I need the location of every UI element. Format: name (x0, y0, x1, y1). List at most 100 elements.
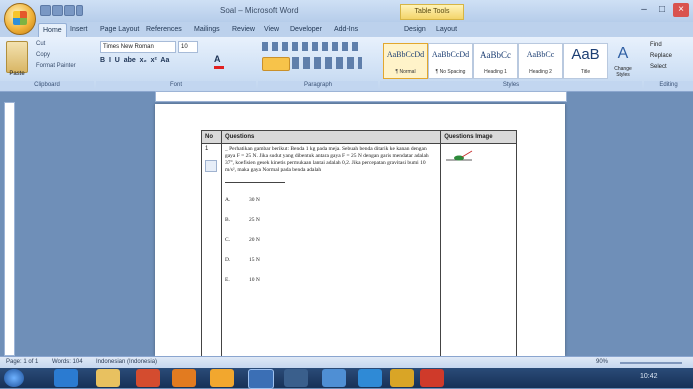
explorer-icon[interactable] (96, 369, 120, 387)
alignment-buttons[interactable] (292, 57, 362, 69)
title-bar: Soal – Microsoft Word Table Tools – □ × (0, 0, 693, 22)
question-image (446, 150, 473, 161)
office-button[interactable] (4, 3, 36, 35)
option-e: E. 10 N (225, 277, 437, 283)
zoom-level[interactable]: 90% (596, 359, 608, 365)
style-heading-1[interactable]: AaBbCc Heading 1 (473, 43, 518, 79)
word-icon[interactable] (248, 369, 274, 389)
style-name: Heading 2 (529, 69, 552, 75)
close-button[interactable]: × (673, 3, 689, 17)
group-label-paragraph: Paragraph (258, 81, 378, 90)
font-color-icon[interactable]: A (214, 54, 224, 66)
vertical-ruler[interactable] (4, 102, 15, 356)
page-count[interactable]: Page: 1 of 1 (6, 359, 38, 365)
option-text: 25 N (248, 217, 260, 223)
replace-button[interactable]: Replace (650, 53, 672, 59)
find-button[interactable]: Find (650, 42, 662, 48)
change-styles-icon[interactable]: A (614, 45, 632, 65)
customize-qat-icon[interactable] (76, 5, 83, 16)
header-questions: Questions (220, 130, 442, 144)
style-name: Heading 1 (484, 69, 507, 75)
language-indicator[interactable]: Indonesian (Indonesia) (96, 359, 157, 365)
paste-button-label[interactable]: Paste (4, 71, 30, 77)
ie-icon[interactable] (54, 369, 78, 387)
app-icon-2[interactable] (284, 369, 308, 387)
copy-button[interactable]: Copy (36, 52, 50, 58)
font-format-buttons[interactable]: B I U abe x₂ x² Aa (100, 57, 169, 64)
style-title[interactable]: AaB Title (563, 43, 608, 79)
media-icon[interactable] (136, 369, 160, 387)
save-icon[interactable] (40, 5, 51, 16)
style-normal[interactable]: AaBbCcDd ¶ Normal (383, 43, 428, 79)
tab-add-ins[interactable]: Add-Ins (330, 23, 362, 36)
cut-button[interactable]: Cut (36, 41, 45, 47)
tab-mailings[interactable]: Mailings (190, 23, 224, 36)
start-button[interactable] (4, 369, 24, 387)
font-size-select[interactable]: 10 (178, 41, 198, 53)
style-no-spacing[interactable]: AaBbCcDd ¶ No Spacing (428, 43, 473, 79)
option-letter: E. (224, 277, 230, 283)
zoom-slider[interactable] (620, 362, 682, 364)
option-text: 20 N (248, 237, 260, 243)
option-text: 10 N (248, 277, 260, 283)
context-tab-table-tools: Table Tools (400, 4, 464, 20)
tab-page-layout[interactable]: Page Layout (96, 23, 143, 36)
document-page[interactable]: No Questions Questions Image 1 _ Perhati… (155, 104, 565, 357)
list-buttons[interactable] (262, 42, 362, 51)
tab-design[interactable]: Design (400, 23, 430, 36)
cell-number: 1 (201, 143, 222, 357)
app-icon-4[interactable] (358, 369, 382, 387)
word-count[interactable]: Words: 104 (52, 359, 83, 365)
horizontal-ruler[interactable] (155, 91, 567, 102)
style-sample: AaB (571, 46, 600, 63)
clock[interactable]: 10:42 (640, 373, 658, 380)
cell-question[interactable]: _ Perhatikan gambar berikut: Benda 1 kg … (220, 143, 442, 357)
firefox-icon[interactable] (172, 369, 196, 387)
cell-image (440, 143, 517, 357)
align-left-icon[interactable] (262, 57, 290, 71)
style-sample: AaBbCcDd (386, 50, 425, 59)
tab-developer[interactable]: Developer (286, 23, 326, 36)
style-heading-2[interactable]: AaBbCc Heading 2 (518, 43, 563, 79)
tab-references[interactable]: References (142, 23, 186, 36)
option-letter: C. (224, 237, 231, 243)
table-header-row: No Questions Questions Image (201, 130, 517, 144)
group-label-clipboard: Clipboard (0, 81, 94, 90)
app-icon-5[interactable] (390, 369, 414, 387)
minimize-button[interactable]: – (636, 3, 652, 17)
change-styles-button[interactable]: Change Styles (608, 66, 638, 78)
tab-layout[interactable]: Layout (432, 23, 461, 36)
redo-icon[interactable] (64, 5, 75, 16)
select-button[interactable]: Select (650, 64, 667, 70)
office-logo-icon (13, 11, 27, 25)
tab-insert[interactable]: Insert (66, 23, 92, 36)
ribbon: Paste Cut Copy Format Painter Clipboard … (0, 37, 693, 92)
paste-icon[interactable] (6, 41, 28, 73)
option-c: C. 20 N (225, 237, 437, 243)
app-icon-6[interactable] (420, 369, 444, 387)
option-d: D. 15 N (225, 257, 437, 263)
tab-view[interactable]: View (260, 23, 283, 36)
undo-icon[interactable] (52, 5, 63, 16)
font-name-select[interactable]: Times New Roman (100, 41, 176, 53)
style-sample: AaBbCc (480, 50, 511, 60)
paste-options-icon[interactable] (205, 160, 217, 172)
format-painter-button[interactable]: Format Painter (36, 63, 76, 69)
tab-home[interactable]: Home (38, 23, 67, 37)
option-text: 15 N (248, 257, 260, 263)
font-color-swatch (214, 66, 224, 69)
option-b: B. 25 N (225, 217, 437, 223)
question-table: No Questions Questions Image 1 _ Perhati… (201, 130, 517, 357)
tab-review[interactable]: Review (228, 23, 259, 36)
style-name: Title (580, 69, 591, 75)
app-icon-3[interactable] (322, 369, 346, 387)
app-icon[interactable] (210, 369, 234, 387)
group-label-editing: Editing (644, 81, 693, 90)
option-letter: D. (224, 257, 231, 263)
option-letter: B. (224, 217, 231, 223)
option-letter: A. (224, 197, 231, 203)
style-name: ¶ No Spacing (435, 69, 466, 75)
ribbon-tabs: Home Insert Page Layout References Maili… (0, 22, 693, 37)
divider (224, 182, 285, 183)
maximize-button[interactable]: □ (654, 3, 670, 17)
